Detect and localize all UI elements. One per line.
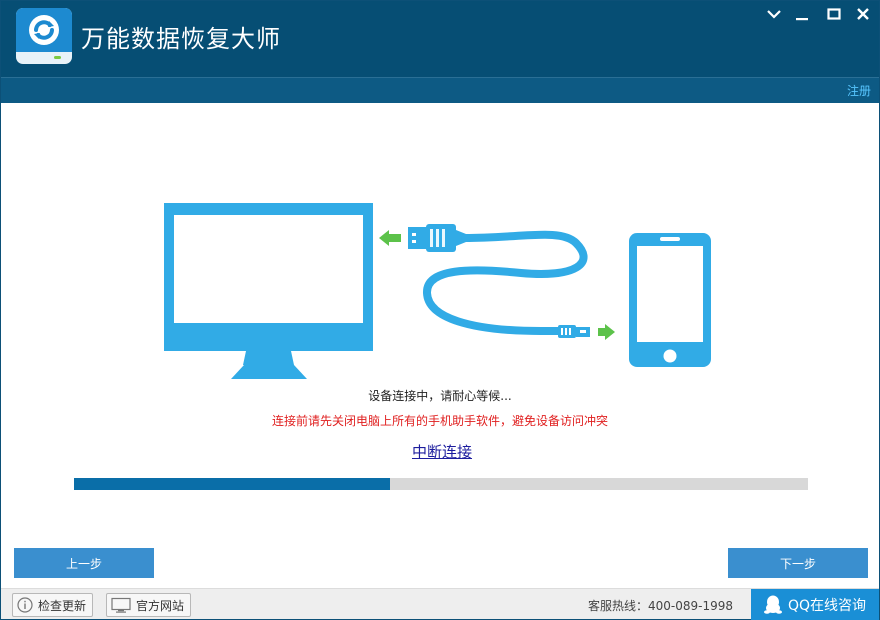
register-link[interactable]: 注册 — [847, 82, 871, 99]
connection-progress-bar — [74, 478, 808, 490]
app-window: 万能数据恢复大师 注册 设备连接中，请耐心等候... 连接前请先关闭电脑上所有的… — [0, 0, 880, 620]
smartphone-icon — [629, 233, 711, 367]
info-icon — [17, 597, 33, 613]
usb-plug-left-icon — [408, 224, 466, 252]
check-update-label: 检查更新 — [38, 598, 87, 613]
qq-consult-label: QQ在线咨询 — [787, 597, 867, 614]
official-site-button[interactable]: 官方网站 — [106, 593, 192, 617]
arrow-left-icon — [379, 230, 401, 246]
footer-bar: 检查更新 官方网站 客服热线：400-089-1998 QQ在线咨询 — [1, 588, 879, 620]
close-icon — [857, 8, 869, 20]
warning-text: 连接前请先关闭电脑上所有的手机助手软件，避免设备访问冲突 — [271, 414, 608, 428]
monitor-icon — [111, 597, 131, 613]
check-update-button[interactable]: 检查更新 — [12, 593, 94, 617]
chevron-down-icon — [767, 10, 781, 19]
minimize-icon — [796, 18, 808, 21]
sub-bar: 注册 — [1, 77, 879, 103]
hotline-text: 客服热线：400-089-1998 — [587, 599, 733, 613]
official-site-label: 官方网站 — [136, 598, 185, 613]
prev-step-button[interactable]: 上一步 — [14, 548, 154, 578]
disconnect-link[interactable]: 中断连接 — [412, 441, 472, 462]
progress-fill — [74, 478, 390, 490]
usb-plug-right-icon — [558, 325, 590, 338]
app-logo-icon — [16, 8, 72, 64]
dropdown-chevron-button[interactable] — [763, 4, 785, 24]
title-bar: 万能数据恢复大师 — [1, 1, 879, 77]
connection-status-text: 设备连接中，请耐心等候... — [368, 389, 512, 403]
app-title: 万能数据恢复大师 — [81, 25, 281, 53]
computer-monitor-icon — [164, 203, 373, 379]
minimize-button[interactable] — [791, 4, 813, 24]
maximize-button[interactable] — [823, 4, 845, 24]
connection-illustration — [164, 203, 711, 379]
next-step-button[interactable]: 下一步 — [728, 548, 868, 578]
maximize-icon — [827, 8, 841, 20]
qq-consult-button[interactable]: QQ在线咨询 — [751, 589, 879, 620]
close-button[interactable] — [852, 4, 874, 24]
arrow-right-icon — [598, 324, 615, 340]
qq-penguin-icon — [763, 595, 782, 614]
